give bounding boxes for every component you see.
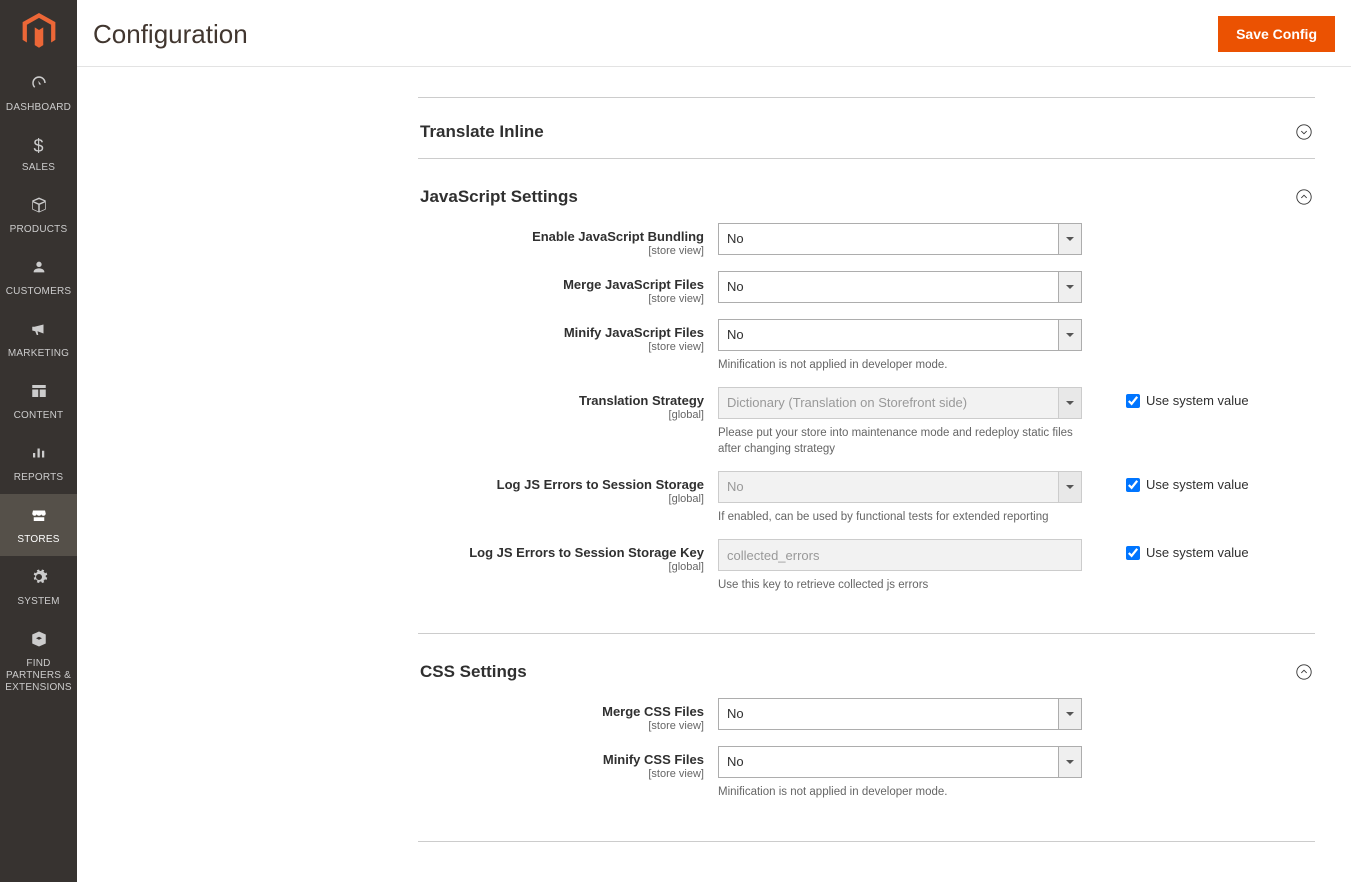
- section-header-css[interactable]: CSS Settings: [418, 634, 1315, 698]
- field-label: Log JS Errors to Session Storage: [418, 477, 704, 492]
- select-log-js-errors: No: [718, 471, 1082, 503]
- nav-label: SALES: [22, 162, 55, 174]
- nav-label: REPORTS: [14, 472, 64, 484]
- nav-label: DASHBOARD: [6, 102, 71, 114]
- megaphone-icon: [30, 320, 48, 343]
- field-scope: [global]: [418, 493, 704, 505]
- field-label: Translation Strategy: [418, 393, 704, 408]
- dashboard-icon: [30, 74, 48, 97]
- nav-label: FIND PARTNERS & EXTENSIONS: [4, 658, 73, 694]
- field-note: Please put your store into maintenance m…: [718, 425, 1082, 457]
- partners-icon: [30, 630, 48, 653]
- section-title: Translate Inline: [420, 122, 544, 142]
- field-label: Minify JavaScript Files: [418, 325, 704, 340]
- select-minify-css-files[interactable]: No: [718, 746, 1082, 778]
- magento-logo[interactable]: [0, 0, 77, 62]
- nav-content[interactable]: CONTENT: [0, 370, 77, 432]
- nav-products[interactable]: PRODUCTS: [0, 184, 77, 246]
- field-minify-js-files: Minify JavaScript Files [store view] No …: [418, 319, 1315, 373]
- use-system-label: Use system value: [1146, 393, 1249, 408]
- nav-stores[interactable]: STORES: [0, 494, 77, 556]
- field-label: Merge CSS Files: [418, 704, 704, 719]
- person-icon: [31, 258, 47, 281]
- field-scope: [global]: [418, 409, 704, 421]
- field-scope: [store view]: [418, 720, 704, 732]
- field-label: Merge JavaScript Files: [418, 277, 704, 292]
- field-note: Minification is not applied in developer…: [718, 357, 1082, 373]
- field-label: Enable JavaScript Bundling: [418, 229, 704, 244]
- use-system-label: Use system value: [1146, 477, 1249, 492]
- nav-sales[interactable]: $ SALES: [0, 124, 77, 184]
- checkbox-use-system-log-key[interactable]: [1126, 546, 1140, 560]
- page-title: Configuration: [93, 19, 248, 50]
- nav-marketing[interactable]: MARKETING: [0, 308, 77, 370]
- field-scope: [store view]: [418, 245, 704, 257]
- field-merge-js-files: Merge JavaScript Files [store view] No: [418, 271, 1315, 305]
- checkbox-use-system-translation[interactable]: [1126, 394, 1140, 408]
- chevron-up-icon: [1295, 663, 1313, 681]
- nav-label: SYSTEM: [17, 596, 59, 608]
- input-log-js-errors-key: [718, 539, 1082, 571]
- field-log-js-errors-key: Log JS Errors to Session Storage Key [gl…: [418, 539, 1315, 593]
- nav-reports[interactable]: REPORTS: [0, 432, 77, 494]
- page-header: Configuration Save Config: [77, 0, 1351, 67]
- nav-label: STORES: [17, 534, 59, 546]
- admin-sidebar: DASHBOARD $ SALES PRODUCTS CUSTOMERS MARK…: [0, 0, 77, 882]
- section-javascript-settings: JavaScript Settings Enable JavaScript Bu…: [418, 159, 1315, 634]
- nav-label: MARKETING: [8, 348, 69, 360]
- field-note: Use this key to retrieve collected js er…: [718, 577, 1082, 593]
- section-title: JavaScript Settings: [420, 187, 578, 207]
- field-scope: [global]: [418, 561, 704, 573]
- select-minify-js-files[interactable]: No: [718, 319, 1082, 351]
- section-title: CSS Settings: [420, 662, 527, 682]
- nav-label: PRODUCTS: [10, 224, 68, 236]
- nav-label: CUSTOMERS: [6, 286, 72, 298]
- field-note: If enabled, can be used by functional te…: [718, 509, 1082, 525]
- box-icon: [30, 196, 48, 219]
- section-header-translate[interactable]: Translate Inline: [418, 98, 1315, 158]
- use-system-label: Use system value: [1146, 545, 1249, 560]
- select-enable-js-bundling[interactable]: No: [718, 223, 1082, 255]
- chevron-up-icon: [1295, 188, 1313, 206]
- field-note: Minification is not applied in developer…: [718, 784, 1082, 800]
- store-icon: [30, 506, 48, 529]
- field-merge-css-files: Merge CSS Files [store view] No: [418, 698, 1315, 732]
- field-translation-strategy: Translation Strategy [global] Dictionary…: [418, 387, 1315, 457]
- nav-partners[interactable]: FIND PARTNERS & EXTENSIONS: [0, 618, 77, 704]
- nav-system[interactable]: SYSTEM: [0, 556, 77, 618]
- nav-customers[interactable]: CUSTOMERS: [0, 246, 77, 308]
- field-label: Log JS Errors to Session Storage Key: [418, 545, 704, 560]
- field-enable-js-bundling: Enable JavaScript Bundling [store view] …: [418, 223, 1315, 257]
- bar-chart-icon: [30, 444, 48, 467]
- gear-icon: [30, 568, 48, 591]
- field-scope: [store view]: [418, 293, 704, 305]
- section-css-settings: CSS Settings Merge CSS Files [store view…: [418, 634, 1315, 841]
- layout-icon: [30, 382, 48, 405]
- dollar-icon: $: [33, 136, 43, 157]
- select-merge-css-files[interactable]: No: [718, 698, 1082, 730]
- save-config-button[interactable]: Save Config: [1218, 16, 1335, 52]
- field-minify-css-files: Minify CSS Files [store view] No Minific…: [418, 746, 1315, 800]
- select-translation-strategy: Dictionary (Translation on Storefront si…: [718, 387, 1082, 419]
- section-translate-inline: Translate Inline: [418, 97, 1315, 159]
- nav-label: CONTENT: [14, 410, 64, 422]
- nav-dashboard[interactable]: DASHBOARD: [0, 62, 77, 124]
- field-scope: [store view]: [418, 341, 704, 353]
- field-label: Minify CSS Files: [418, 752, 704, 767]
- checkbox-use-system-log-errors[interactable]: [1126, 478, 1140, 492]
- section-header-js[interactable]: JavaScript Settings: [418, 159, 1315, 223]
- chevron-down-icon: [1295, 123, 1313, 141]
- select-merge-js-files[interactable]: No: [718, 271, 1082, 303]
- field-log-js-errors: Log JS Errors to Session Storage [global…: [418, 471, 1315, 525]
